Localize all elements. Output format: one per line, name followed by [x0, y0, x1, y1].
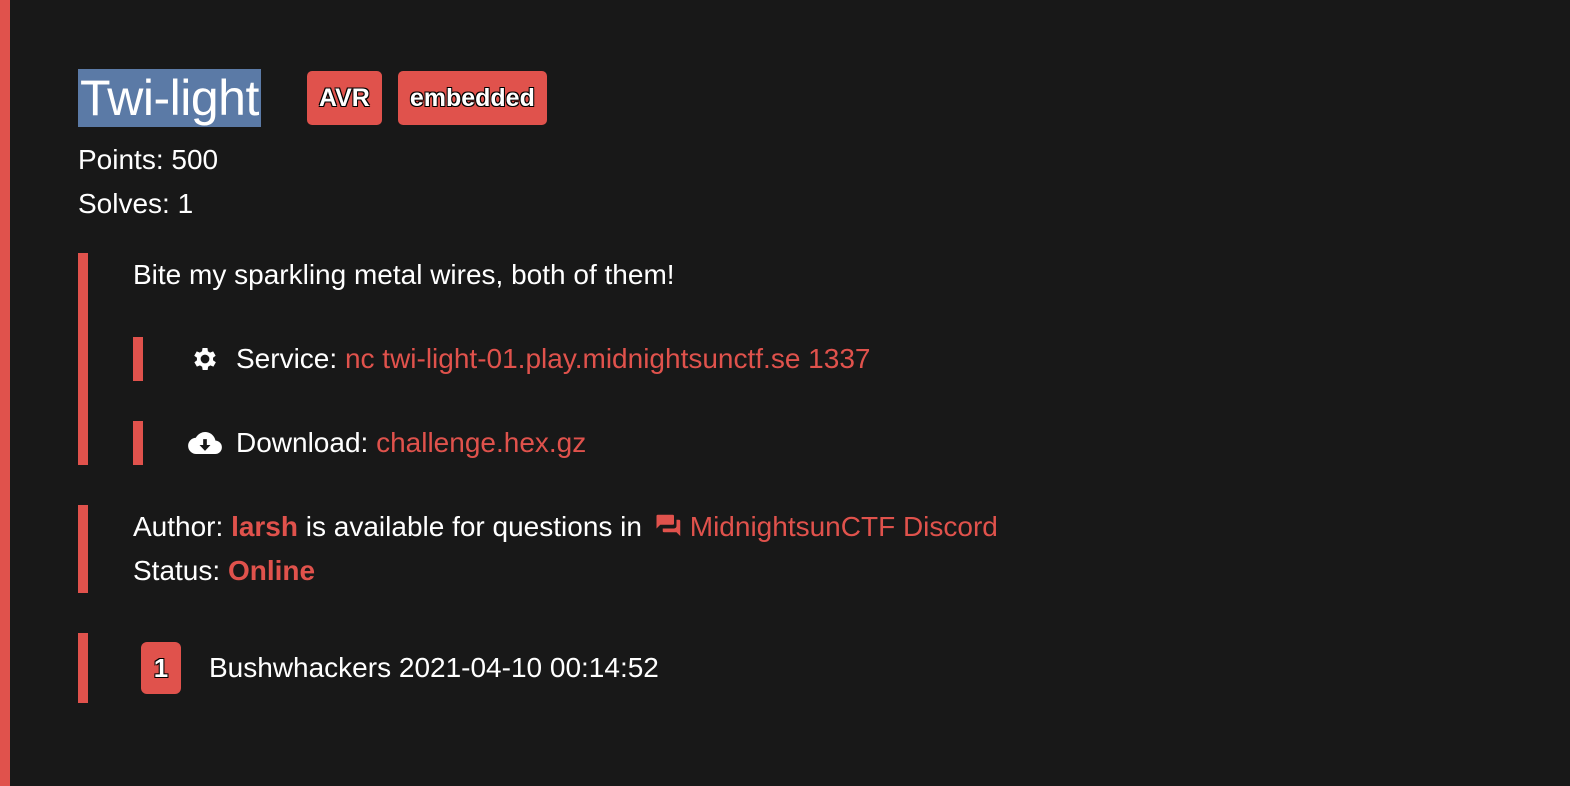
solver-time: 2021-04-10 00:14:52 [398, 652, 659, 683]
solvers-list: 1 Bushwhackers 2021-04-10 00:14:52 [78, 633, 1478, 703]
author-block: Author: larsh is available for questions… [78, 505, 1478, 593]
download-label: Download: [236, 427, 369, 458]
status-value: Online [227, 555, 316, 586]
solver-rank-badge: 1 [141, 642, 181, 694]
challenge-description: Bite my sparkling metal wires, both of t… [133, 259, 675, 290]
author-middle-text: is available for questions in [305, 511, 642, 542]
status-label: Status: [133, 555, 221, 586]
challenge-title: Twi-light [78, 69, 261, 127]
cloud-download-icon [188, 426, 222, 460]
author-link[interactable]: larsh [231, 511, 298, 542]
solver-team: Bushwhackers [209, 652, 392, 683]
author-line: Author: larsh is available for questions… [133, 505, 1478, 549]
download-row: Download: challenge.hex.gz [133, 421, 1478, 465]
download-link[interactable]: challenge.hex.gz [376, 421, 586, 465]
chat-icon [654, 511, 684, 541]
title-row: Twi-light AVR embedded [78, 66, 1478, 130]
service-link[interactable]: nc twi-light-01.play.midnightsunctf.se 1… [345, 337, 871, 381]
solves-text: Solves: 1 [78, 188, 194, 219]
tag-embedded[interactable]: embedded [397, 71, 547, 125]
challenge-stats: Points: 500 Solves: 1 [78, 138, 1478, 226]
left-accent-bar [0, 0, 10, 786]
status-line: Status: Online [133, 549, 1478, 593]
service-label: Service: [236, 343, 338, 374]
service-row: Service: nc twi-light-01.play.midnightsu… [133, 337, 1478, 381]
tag-avr[interactable]: AVR [306, 71, 382, 125]
description-block: Bite my sparkling metal wires, both of t… [78, 253, 1478, 465]
challenge-panel: Twi-light AVR embedded Points: 500 Solve… [78, 66, 1478, 703]
points-text: Points: 500 [78, 144, 219, 175]
author-prefix: Author: [133, 511, 224, 542]
discord-link[interactable]: MidnightsunCTF Discord [690, 511, 998, 542]
gear-icon [188, 342, 222, 376]
